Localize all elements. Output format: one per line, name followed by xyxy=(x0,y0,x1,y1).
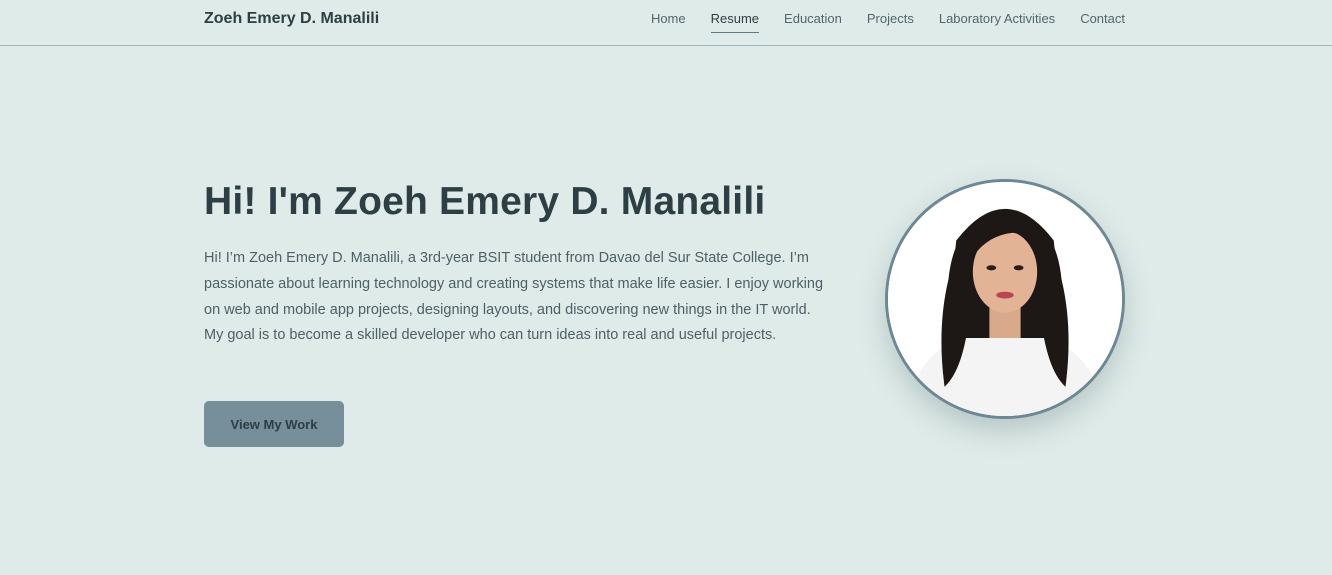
profile-photo xyxy=(885,179,1125,419)
hero-intro: Hi! I’m Zoeh Emery D. Manalili, a 3rd-ye… xyxy=(204,250,824,344)
nav-item-laboratory-activities[interactable]: Laboratory Activities xyxy=(939,11,1055,33)
nav-item-projects[interactable]: Projects xyxy=(867,11,914,33)
nav-item-resume[interactable]: Resume xyxy=(710,11,760,33)
nav-item-contact[interactable]: Contact xyxy=(1080,11,1125,33)
site-brand[interactable]: Zoeh Emery D. Manalili xyxy=(204,10,379,28)
profile-portrait-image xyxy=(888,182,1122,416)
navbar: Zoeh Emery D. Manalili Home Resume Educa… xyxy=(0,0,1332,46)
nav-item-home[interactable]: Home xyxy=(651,11,686,33)
hero-title: Hi! I'm Zoeh Emery D. Manalili xyxy=(204,180,766,223)
nav-item-education[interactable]: Education xyxy=(784,11,842,33)
view-my-work-button[interactable]: View My Work xyxy=(204,401,344,447)
nav-menu: Home Resume Education Projects Laborator… xyxy=(651,11,1125,33)
